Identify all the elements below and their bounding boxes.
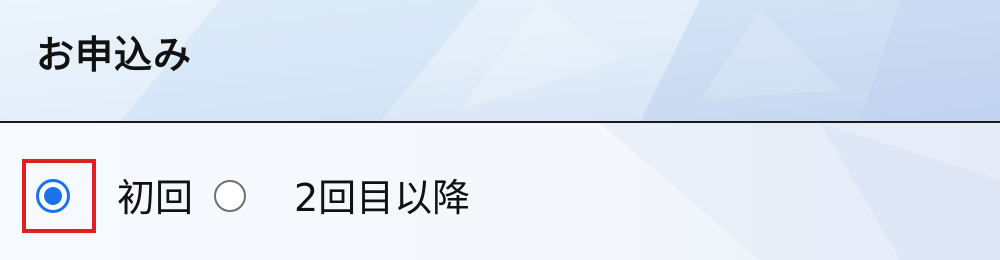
radio-selected-dot xyxy=(44,187,62,205)
radio-first-time[interactable] xyxy=(36,179,70,213)
section-title: お申込み xyxy=(36,33,193,77)
radio-label-first-time[interactable]: 初回 xyxy=(117,179,193,217)
application-type-radio-group: 初回 2回目以降 xyxy=(0,123,1000,260)
section-header: お申込み xyxy=(0,0,1000,122)
radio-label-second-time-onward[interactable]: 2回目以降 xyxy=(294,179,470,217)
header-divider xyxy=(0,121,1000,123)
radio-second-time-onward[interactable] xyxy=(214,180,246,212)
